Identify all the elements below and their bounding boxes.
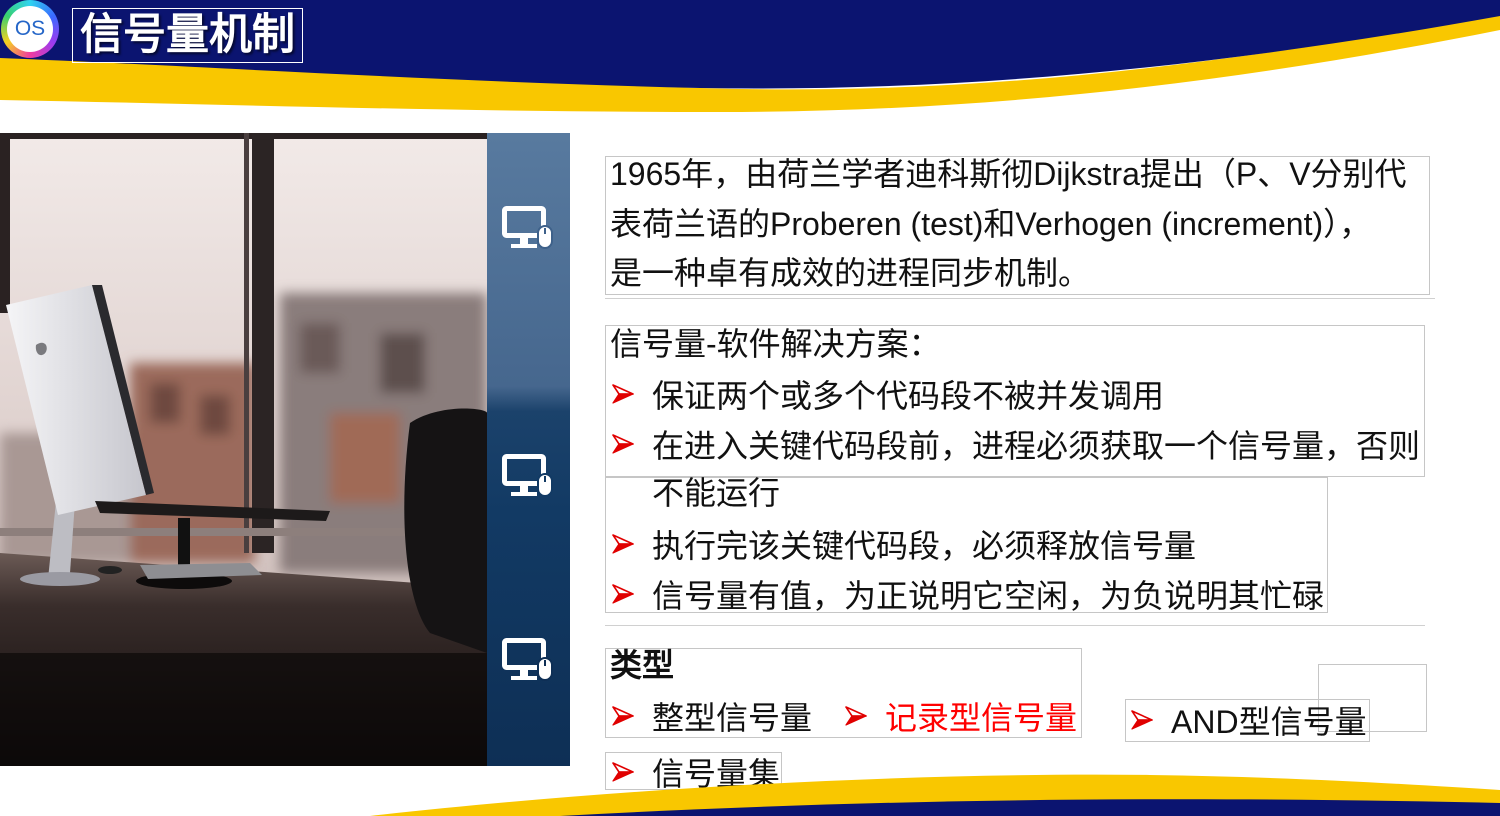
- footer-wave-banner: [370, 774, 1500, 816]
- monitor-mouse-icon: [502, 638, 553, 681]
- red-arrowhead-bullet-icon: [845, 706, 867, 726]
- os-logo: OS: [1, 0, 59, 58]
- os-logo-text: OS: [7, 6, 53, 52]
- page-title-box: 信号量机制: [72, 8, 303, 63]
- list-item-text: 保证两个或多个代码段不被并发调用: [652, 378, 1165, 414]
- type-item-label: 记录型信号量: [885, 700, 1078, 736]
- type-item-label: AND型信号量: [1171, 704, 1367, 740]
- types-heading: 类型: [610, 647, 675, 683]
- list-item-text: 执行完该关键代码段，必须释放信号量: [652, 528, 1197, 564]
- red-arrowhead-bullet-icon: [612, 534, 634, 554]
- intro-line: 表荷兰语的Proberen (test)和Verhogen (increment…: [610, 206, 1372, 242]
- page-title: 信号量机制: [80, 10, 295, 60]
- list-item-text: 信号量有值，为正说明它空闲，为负说明其忙碌: [652, 578, 1325, 614]
- red-arrowhead-bullet-icon: [612, 384, 634, 404]
- type-item: AND型信号量: [1131, 695, 1367, 745]
- list-item: 信号量有值，为正说明它空闲，为负说明其忙碌: [612, 569, 1324, 619]
- intro-line: 是一种卓有成效的进程同步机制。: [610, 255, 1091, 291]
- desk-shadow: [0, 653, 487, 766]
- divider: [605, 625, 1425, 626]
- list-item-text: 在进入关键代码段前，进程必须获取一个信号量，否则: [652, 428, 1421, 464]
- list-item: 保证两个或多个代码段不被并发调用: [612, 369, 1164, 419]
- list-item: 在进入关键代码段前，进程必须获取一个信号量，否则: [612, 419, 1420, 469]
- type-item: 整型信号量: [612, 691, 812, 741]
- solution-heading: 信号量-软件解决方案：: [610, 326, 941, 362]
- red-arrowhead-bullet-icon: [612, 434, 634, 454]
- red-arrowhead-bullet-icon: [612, 706, 634, 726]
- intro-line: 1965年，由荷兰学者迪科斯彻Dijkstra提出（P、V分别代: [610, 156, 1407, 192]
- phone: [98, 566, 122, 574]
- office-photo: [0, 133, 487, 766]
- list-item: 执行完该关键代码段，必须释放信号量: [612, 519, 1196, 569]
- type-item: 记录型信号量: [845, 691, 1077, 741]
- monitor-mouse-icon: [502, 206, 553, 249]
- divider: [605, 298, 1435, 299]
- type-item-label: 整型信号量: [652, 700, 813, 736]
- monitor-mouse-icon: [502, 454, 553, 497]
- red-arrowhead-bullet-icon: [1131, 710, 1153, 730]
- red-arrowhead-bullet-icon: [612, 584, 634, 604]
- list-item-continuation: 不能运行: [652, 475, 781, 511]
